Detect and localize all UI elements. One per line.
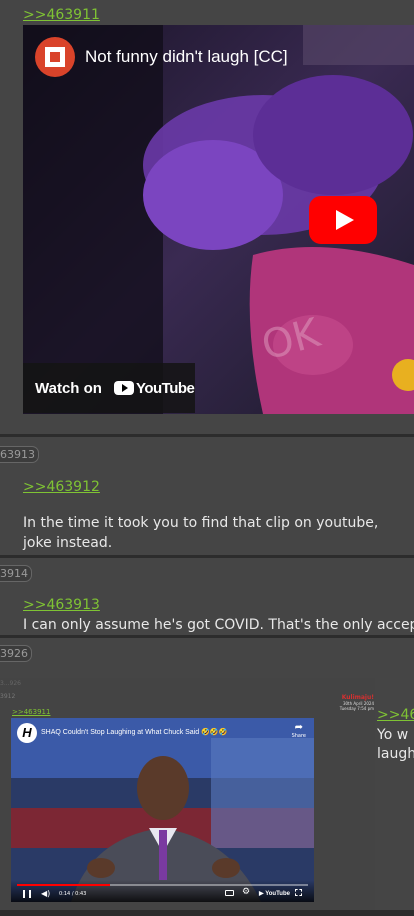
settings-icon[interactable]: ⚙	[242, 887, 250, 897]
watch-on-label: Watch on	[35, 379, 102, 397]
post-text: laugh	[377, 746, 414, 762]
fullscreen-icon[interactable]	[295, 889, 302, 896]
quote-link[interactable]: >>463	[377, 707, 414, 723]
progress-fill	[17, 884, 111, 886]
post-text: Yo w	[377, 727, 409, 743]
screenshot-quote-link: >>463911	[12, 708, 51, 716]
video-thumbnail	[11, 718, 314, 902]
share-icon: ➦	[294, 722, 303, 733]
divider	[0, 910, 414, 916]
faint-post-number: 3912	[0, 693, 16, 700]
pause-icon[interactable]	[23, 890, 31, 898]
post-text: In the time it took you to find that cli…	[23, 515, 379, 531]
youtube-logo: YouTube	[113, 380, 195, 397]
video-time: 0:14 / 0:43	[59, 891, 87, 897]
play-button[interactable]	[309, 196, 377, 244]
youtube-embed[interactable]: OK Not funny didn't laugh [CC] Watch on …	[23, 25, 414, 414]
video-title[interactable]: SHAQ Couldn't Stop Laughing at What Chuc…	[41, 728, 227, 736]
post: 63913 >>463912 In the time it took you t…	[0, 437, 414, 555]
video-controls: ◀) 0:14 / 0:43 ⚙ ▶ YouTube	[11, 880, 314, 902]
timestamp-stamp: Kulimaju! 30th April 2024 Tuesday 7:54 p…	[339, 694, 374, 711]
share-button[interactable]: ➦ Share	[292, 722, 306, 740]
quote-link[interactable]: >>463913	[23, 597, 100, 613]
embedded-screenshot[interactable]: 3...926 3912 >>463911 Kulimaju! 30th Apr…	[0, 678, 375, 910]
post-number[interactable]: 3914	[0, 565, 32, 582]
post-number[interactable]: 3926	[0, 645, 32, 662]
youtube-play-icon	[113, 381, 134, 395]
quote-link[interactable]: >>463912	[23, 479, 100, 495]
post-text: joke instead.	[23, 535, 113, 551]
progress-bar[interactable]	[17, 884, 308, 886]
quote-link[interactable]: >>463911	[23, 7, 100, 23]
video-title[interactable]: Not funny didn't laugh [CC]	[85, 47, 288, 67]
post-number[interactable]: 63913	[0, 446, 39, 463]
play-icon	[336, 210, 354, 230]
faint-post-number: 3...926	[0, 680, 21, 687]
youtube-embed[interactable]: H SHAQ Couldn't Stop Laughing at What Ch…	[11, 718, 314, 902]
channel-avatar[interactable]: H	[17, 723, 37, 743]
post-text: I can only assume he's got COVID. That's…	[23, 617, 414, 633]
post: 3914 >>463913 I can only assume he's got…	[0, 558, 414, 635]
watch-on-youtube-button[interactable]: Watch on YouTube	[23, 363, 195, 413]
post: >>463911 OK Not funny didn't laugh [CC] …	[0, 0, 414, 434]
post: 3926 3...926 3912 >>463911 Kulimaju! 30t…	[0, 638, 414, 910]
channel-avatar[interactable]	[35, 37, 75, 77]
youtube-logo[interactable]: ▶ YouTube	[259, 890, 290, 897]
subtitles-icon[interactable]	[225, 890, 234, 896]
volume-icon[interactable]: ◀)	[41, 889, 50, 898]
